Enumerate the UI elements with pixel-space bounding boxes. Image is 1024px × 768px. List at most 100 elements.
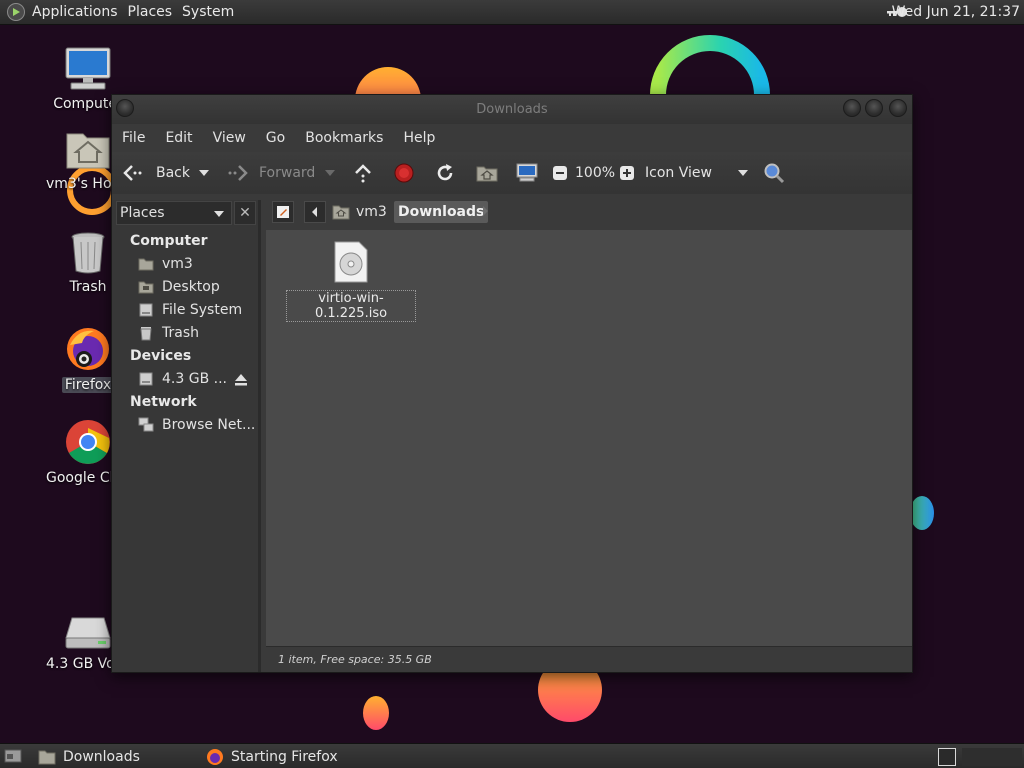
computer-icon bbox=[65, 47, 111, 90]
firefox-icon bbox=[67, 328, 109, 370]
back-history-dropdown[interactable] bbox=[198, 152, 210, 194]
file-view[interactable]: virtio-win-0.1.225.iso bbox=[266, 230, 912, 646]
sidebar-header-label: Places bbox=[120, 205, 165, 221]
computer-icon bbox=[516, 163, 538, 182]
back-label: Back bbox=[156, 165, 190, 181]
crumb-downloads[interactable]: Downloads bbox=[394, 201, 489, 223]
menubar: File Edit View Go Bookmarks Help bbox=[112, 124, 912, 152]
pencil-icon bbox=[277, 206, 289, 218]
maximize-button[interactable] bbox=[865, 99, 883, 117]
status-bar: 1 item, Free space: 35.5 GB bbox=[266, 646, 912, 672]
window-title: Downloads bbox=[476, 102, 548, 117]
workspace-switcher-2[interactable] bbox=[962, 748, 1022, 766]
applications-menu[interactable]: Applications bbox=[26, 0, 126, 25]
system-menu[interactable]: System bbox=[180, 0, 242, 25]
taskbar-item-label: Downloads bbox=[63, 748, 140, 765]
zoom-level[interactable]: 100% bbox=[575, 152, 615, 194]
file-name: virtio-win-0.1.225.iso bbox=[286, 290, 416, 322]
taskbar-item-downloads[interactable]: Downloads bbox=[38, 744, 140, 768]
search-icon bbox=[764, 163, 785, 184]
menu-go[interactable]: Go bbox=[256, 130, 295, 146]
menu-view[interactable]: View bbox=[203, 130, 256, 146]
window-menu-button[interactable] bbox=[116, 99, 134, 117]
stop-button[interactable] bbox=[394, 152, 414, 194]
sidebar-type-select[interactable]: Places bbox=[116, 201, 232, 225]
reload-icon bbox=[437, 164, 453, 181]
desktop-icon-label: Firefox bbox=[61, 377, 115, 393]
places-menu[interactable]: Places bbox=[126, 0, 181, 25]
sidebar-item-vm3[interactable]: vm3 bbox=[138, 256, 193, 272]
taskbar-item-label: Starting Firefox bbox=[231, 748, 338, 765]
sidebar-section-devices: Devices bbox=[130, 348, 192, 364]
chevron-left-icon bbox=[312, 207, 317, 217]
menu-help[interactable]: Help bbox=[393, 130, 445, 146]
sidebar-item-label: File System bbox=[162, 302, 243, 318]
chevron-down-icon bbox=[325, 170, 335, 176]
sidebar-item-file-system[interactable]: File System bbox=[138, 302, 242, 318]
home-folder-icon bbox=[66, 133, 110, 169]
file-manager-window: Downloads File Edit View Go Bookmarks He… bbox=[111, 94, 913, 673]
forward-arrow-icon bbox=[228, 165, 248, 181]
menu-bookmarks[interactable]: Bookmarks bbox=[295, 130, 393, 146]
back-button[interactable]: Back bbox=[122, 152, 190, 194]
zoom-out-button[interactable] bbox=[552, 152, 568, 194]
minimize-button[interactable] bbox=[843, 99, 861, 117]
sidebar-item-label: vm3 bbox=[162, 256, 193, 272]
crumb-vm3[interactable]: vm3 bbox=[332, 201, 387, 223]
toolbar: Back Forward 100% Icon View bbox=[112, 152, 912, 194]
forward-label: Forward bbox=[259, 165, 316, 181]
sidebar-item-label: Browse Net... bbox=[162, 417, 256, 433]
sidebar-section-computer: Computer bbox=[130, 233, 208, 249]
eject-icon[interactable] bbox=[234, 374, 248, 390]
sidebar-item-volume[interactable]: 4.3 GB ... bbox=[138, 371, 227, 387]
taskbar-item-firefox[interactable]: Starting Firefox bbox=[206, 744, 338, 768]
menu-file[interactable]: File bbox=[112, 130, 155, 146]
file-item[interactable]: virtio-win-0.1.225.iso bbox=[286, 240, 416, 322]
chevron-down-icon bbox=[214, 211, 224, 217]
window-titlebar[interactable]: Downloads bbox=[112, 95, 912, 124]
crumb-label: vm3 bbox=[356, 204, 387, 220]
trash-icon bbox=[140, 327, 152, 341]
path-scroll-right-button[interactable] bbox=[478, 201, 492, 223]
desktop-icon-label: Trash bbox=[69, 279, 107, 295]
up-button[interactable] bbox=[353, 152, 373, 194]
firefox-icon bbox=[207, 748, 223, 765]
show-desktop-button[interactable] bbox=[4, 748, 22, 768]
sidebar-close-button[interactable]: ✕ bbox=[234, 201, 256, 225]
menu-edit[interactable]: Edit bbox=[155, 130, 202, 146]
show-desktop-icon bbox=[4, 749, 22, 763]
drive-icon bbox=[139, 372, 153, 386]
view-mode-select[interactable]: Icon View bbox=[645, 152, 749, 194]
clock[interactable]: Wed Jun 21, 21:37 bbox=[892, 4, 1020, 20]
disc-image-icon bbox=[334, 241, 368, 283]
reload-button[interactable] bbox=[435, 152, 455, 194]
sidebar-item-browse-network[interactable]: Browse Net... bbox=[138, 417, 255, 433]
chevron-down-icon bbox=[738, 170, 748, 176]
back-arrow-icon bbox=[123, 165, 142, 181]
close-button[interactable] bbox=[889, 99, 907, 117]
edit-location-button[interactable] bbox=[272, 201, 294, 223]
drive-icon bbox=[65, 617, 111, 649]
bottom-panel: Downloads Starting Firefox bbox=[0, 743, 1024, 768]
trash-icon bbox=[71, 232, 105, 274]
computer-button[interactable] bbox=[516, 152, 538, 194]
sidebar-item-label: Desktop bbox=[162, 279, 220, 295]
sidebar-item-desktop[interactable]: Desktop bbox=[138, 279, 220, 295]
forward-button[interactable]: Forward bbox=[227, 152, 315, 194]
home-button[interactable] bbox=[476, 152, 498, 194]
up-arrow-icon bbox=[355, 164, 371, 183]
path-scroll-left-button[interactable] bbox=[304, 201, 326, 223]
network-icon bbox=[138, 417, 154, 432]
crumb-label: Downloads bbox=[398, 204, 485, 220]
workspace-switcher[interactable] bbox=[938, 748, 956, 766]
forward-history-dropdown[interactable] bbox=[324, 152, 336, 194]
sidebar-item-label: Trash bbox=[162, 325, 199, 341]
zoom-in-button[interactable] bbox=[619, 152, 635, 194]
zoom-in-icon bbox=[620, 166, 634, 180]
search-button[interactable] bbox=[763, 152, 785, 194]
home-folder-icon bbox=[332, 205, 350, 220]
top-panel: Applications Places System Wed Jun 21, 2… bbox=[0, 0, 1024, 25]
sidebar-item-trash[interactable]: Trash bbox=[138, 325, 199, 341]
stop-icon bbox=[394, 163, 414, 183]
gnome-foot-icon[interactable] bbox=[6, 2, 26, 22]
